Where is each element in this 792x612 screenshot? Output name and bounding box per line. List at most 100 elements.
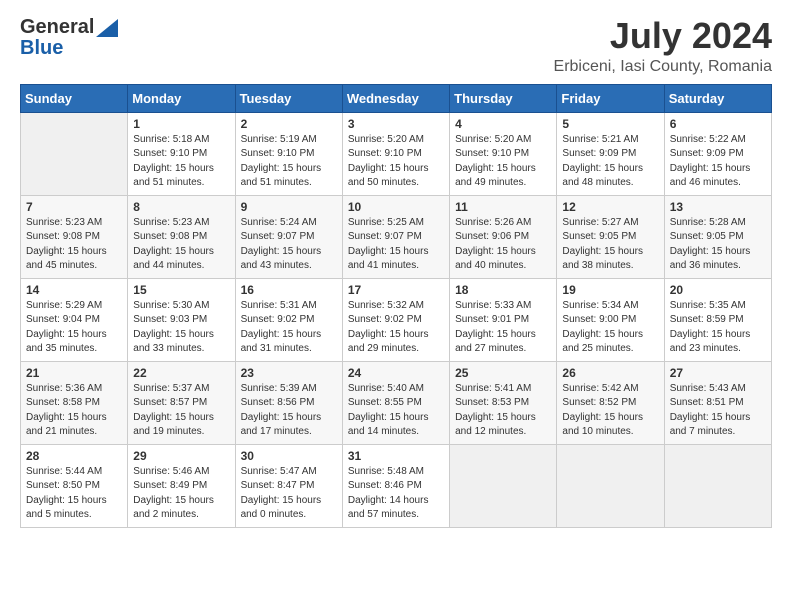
day-info: Sunrise: 5:47 AMSunset: 8:47 PMDaylight:…	[241, 466, 322, 521]
weekday-header: Wednesday	[342, 84, 449, 112]
calendar-cell: 29 Sunrise: 5:46 AMSunset: 8:49 PMDaylig…	[128, 444, 235, 527]
logo-icon	[96, 19, 118, 37]
day-info: Sunrise: 5:33 AMSunset: 9:01 PMDaylight:…	[455, 300, 536, 355]
calendar-cell	[450, 444, 557, 527]
calendar-cell: 7 Sunrise: 5:23 AMSunset: 9:08 PMDayligh…	[21, 195, 128, 278]
calendar-cell: 10 Sunrise: 5:25 AMSunset: 9:07 PMDaylig…	[342, 195, 449, 278]
day-number: 6	[670, 117, 766, 131]
calendar-cell: 19 Sunrise: 5:34 AMSunset: 9:00 PMDaylig…	[557, 278, 664, 361]
day-info: Sunrise: 5:39 AMSunset: 8:56 PMDaylight:…	[241, 383, 322, 438]
day-info: Sunrise: 5:48 AMSunset: 8:46 PMDaylight:…	[348, 466, 429, 521]
day-number: 5	[562, 117, 658, 131]
day-number: 22	[133, 366, 229, 380]
calendar-cell: 16 Sunrise: 5:31 AMSunset: 9:02 PMDaylig…	[235, 278, 342, 361]
calendar-cell: 24 Sunrise: 5:40 AMSunset: 8:55 PMDaylig…	[342, 361, 449, 444]
day-number: 9	[241, 200, 337, 214]
day-info: Sunrise: 5:26 AMSunset: 9:06 PMDaylight:…	[455, 217, 536, 272]
day-info: Sunrise: 5:44 AMSunset: 8:50 PMDaylight:…	[26, 466, 107, 521]
calendar-cell	[664, 444, 771, 527]
day-info: Sunrise: 5:23 AMSunset: 9:08 PMDaylight:…	[26, 217, 107, 272]
day-number: 29	[133, 449, 229, 463]
day-info: Sunrise: 5:36 AMSunset: 8:58 PMDaylight:…	[26, 383, 107, 438]
day-number: 14	[26, 283, 122, 297]
day-info: Sunrise: 5:34 AMSunset: 9:00 PMDaylight:…	[562, 300, 643, 355]
day-number: 30	[241, 449, 337, 463]
day-number: 28	[26, 449, 122, 463]
day-number: 31	[348, 449, 444, 463]
calendar-cell: 6 Sunrise: 5:22 AMSunset: 9:09 PMDayligh…	[664, 112, 771, 195]
main-title: July 2024	[554, 16, 772, 56]
calendar-cell: 12 Sunrise: 5:27 AMSunset: 9:05 PMDaylig…	[557, 195, 664, 278]
calendar-cell: 31 Sunrise: 5:48 AMSunset: 8:46 PMDaylig…	[342, 444, 449, 527]
day-info: Sunrise: 5:42 AMSunset: 8:52 PMDaylight:…	[562, 383, 643, 438]
day-number: 2	[241, 117, 337, 131]
logo-general: General	[20, 16, 94, 39]
day-number: 25	[455, 366, 551, 380]
calendar-cell: 15 Sunrise: 5:30 AMSunset: 9:03 PMDaylig…	[128, 278, 235, 361]
day-number: 12	[562, 200, 658, 214]
weekday-header: Friday	[557, 84, 664, 112]
calendar-cell: 3 Sunrise: 5:20 AMSunset: 9:10 PMDayligh…	[342, 112, 449, 195]
calendar-cell: 5 Sunrise: 5:21 AMSunset: 9:09 PMDayligh…	[557, 112, 664, 195]
calendar-header-row: SundayMondayTuesdayWednesdayThursdayFrid…	[21, 84, 772, 112]
calendar-cell: 8 Sunrise: 5:23 AMSunset: 9:08 PMDayligh…	[128, 195, 235, 278]
day-number: 17	[348, 283, 444, 297]
logo: General Blue	[20, 16, 118, 60]
calendar-cell: 28 Sunrise: 5:44 AMSunset: 8:50 PMDaylig…	[21, 444, 128, 527]
day-info: Sunrise: 5:18 AMSunset: 9:10 PMDaylight:…	[133, 134, 214, 189]
weekday-header: Sunday	[21, 84, 128, 112]
header: General Blue July 2024 Erbiceni, Iasi Co…	[20, 16, 772, 76]
calendar-cell: 4 Sunrise: 5:20 AMSunset: 9:10 PMDayligh…	[450, 112, 557, 195]
weekday-header: Thursday	[450, 84, 557, 112]
day-number: 18	[455, 283, 551, 297]
day-info: Sunrise: 5:27 AMSunset: 9:05 PMDaylight:…	[562, 217, 643, 272]
calendar-table: SundayMondayTuesdayWednesdayThursdayFrid…	[20, 84, 772, 528]
calendar-cell: 13 Sunrise: 5:28 AMSunset: 9:05 PMDaylig…	[664, 195, 771, 278]
weekday-header: Saturday	[664, 84, 771, 112]
logo-blue: Blue	[20, 37, 63, 59]
day-info: Sunrise: 5:23 AMSunset: 9:08 PMDaylight:…	[133, 217, 214, 272]
calendar-cell: 1 Sunrise: 5:18 AMSunset: 9:10 PMDayligh…	[128, 112, 235, 195]
calendar-cell: 26 Sunrise: 5:42 AMSunset: 8:52 PMDaylig…	[557, 361, 664, 444]
day-number: 1	[133, 117, 229, 131]
day-number: 11	[455, 200, 551, 214]
calendar-cell: 20 Sunrise: 5:35 AMSunset: 8:59 PMDaylig…	[664, 278, 771, 361]
calendar-week-row: 1 Sunrise: 5:18 AMSunset: 9:10 PMDayligh…	[21, 112, 772, 195]
day-info: Sunrise: 5:19 AMSunset: 9:10 PMDaylight:…	[241, 134, 322, 189]
calendar-cell	[21, 112, 128, 195]
calendar-cell: 22 Sunrise: 5:37 AMSunset: 8:57 PMDaylig…	[128, 361, 235, 444]
day-info: Sunrise: 5:41 AMSunset: 8:53 PMDaylight:…	[455, 383, 536, 438]
day-info: Sunrise: 5:37 AMSunset: 8:57 PMDaylight:…	[133, 383, 214, 438]
day-info: Sunrise: 5:25 AMSunset: 9:07 PMDaylight:…	[348, 217, 429, 272]
calendar-cell: 21 Sunrise: 5:36 AMSunset: 8:58 PMDaylig…	[21, 361, 128, 444]
day-number: 23	[241, 366, 337, 380]
calendar-cell: 9 Sunrise: 5:24 AMSunset: 9:07 PMDayligh…	[235, 195, 342, 278]
day-info: Sunrise: 5:32 AMSunset: 9:02 PMDaylight:…	[348, 300, 429, 355]
calendar-week-row: 7 Sunrise: 5:23 AMSunset: 9:08 PMDayligh…	[21, 195, 772, 278]
day-info: Sunrise: 5:30 AMSunset: 9:03 PMDaylight:…	[133, 300, 214, 355]
day-number: 19	[562, 283, 658, 297]
day-info: Sunrise: 5:31 AMSunset: 9:02 PMDaylight:…	[241, 300, 322, 355]
day-number: 21	[26, 366, 122, 380]
day-number: 13	[670, 200, 766, 214]
day-number: 27	[670, 366, 766, 380]
weekday-header: Tuesday	[235, 84, 342, 112]
calendar-week-row: 14 Sunrise: 5:29 AMSunset: 9:04 PMDaylig…	[21, 278, 772, 361]
day-number: 24	[348, 366, 444, 380]
day-info: Sunrise: 5:40 AMSunset: 8:55 PMDaylight:…	[348, 383, 429, 438]
calendar-cell: 27 Sunrise: 5:43 AMSunset: 8:51 PMDaylig…	[664, 361, 771, 444]
day-number: 4	[455, 117, 551, 131]
day-number: 15	[133, 283, 229, 297]
day-info: Sunrise: 5:43 AMSunset: 8:51 PMDaylight:…	[670, 383, 751, 438]
day-number: 16	[241, 283, 337, 297]
day-number: 26	[562, 366, 658, 380]
calendar-cell: 2 Sunrise: 5:19 AMSunset: 9:10 PMDayligh…	[235, 112, 342, 195]
calendar-cell: 14 Sunrise: 5:29 AMSunset: 9:04 PMDaylig…	[21, 278, 128, 361]
subtitle: Erbiceni, Iasi County, Romania	[554, 58, 772, 76]
day-number: 10	[348, 200, 444, 214]
calendar-cell: 17 Sunrise: 5:32 AMSunset: 9:02 PMDaylig…	[342, 278, 449, 361]
calendar-week-row: 28 Sunrise: 5:44 AMSunset: 8:50 PMDaylig…	[21, 444, 772, 527]
day-info: Sunrise: 5:21 AMSunset: 9:09 PMDaylight:…	[562, 134, 643, 189]
day-info: Sunrise: 5:22 AMSunset: 9:09 PMDaylight:…	[670, 134, 751, 189]
day-info: Sunrise: 5:20 AMSunset: 9:10 PMDaylight:…	[455, 134, 536, 189]
